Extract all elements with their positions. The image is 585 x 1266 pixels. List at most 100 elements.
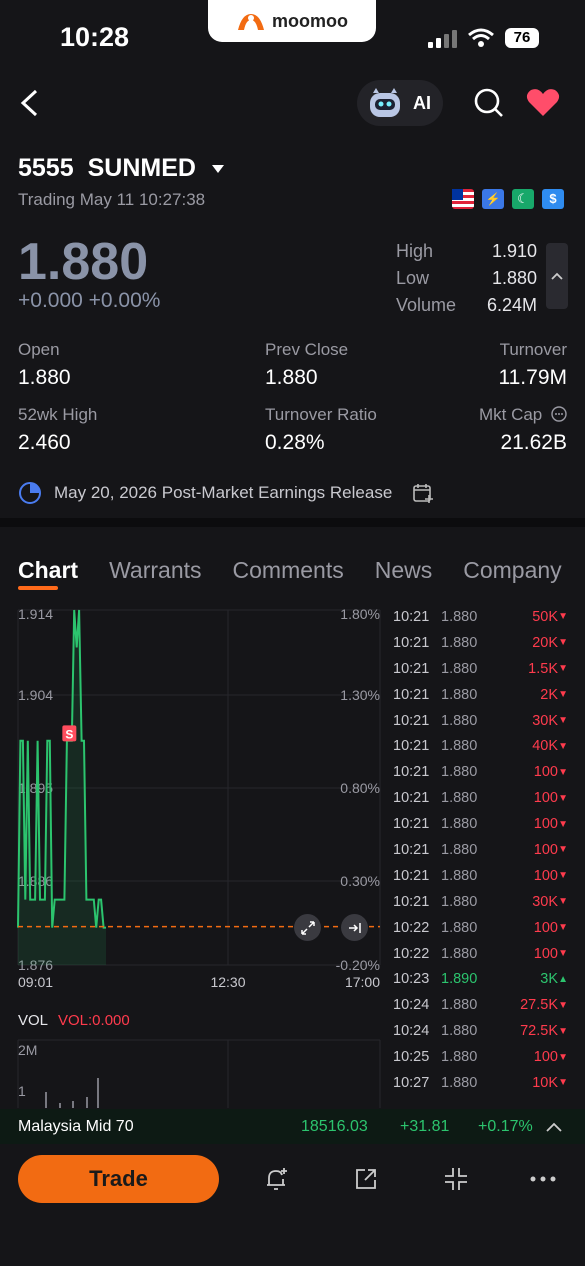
last-price: 1.880 [18, 233, 149, 291]
time-and-sales-list: 10:21 1.880 50K ▼ 10:21 1.880 20K ▼ 10:21 1.880 1.… [393, 604, 568, 1096]
index-ticker-bar[interactable]: Malaysia Mid 70 18516.03 +31.81 +0.17% [0, 1109, 585, 1144]
tick-volume: 100 [533, 919, 558, 936]
trading-status: Trading May 11 10:27:38 [18, 190, 206, 209]
tick-volume: 100 [533, 1049, 558, 1066]
volume-value: 6.24M [486, 295, 537, 315]
tick-volume: 100 [533, 790, 558, 807]
y-tick-label: 0.80% [340, 780, 380, 796]
arrow-down-icon: ▼ [558, 637, 568, 649]
tick-time: 10:21 [393, 790, 430, 807]
intraday-chart[interactable]: 1.914 1.904 1.895 1.886 1.876 1.80% 1.30% 0.80%… [0, 598, 385, 1108]
tick-price: 1.880 [441, 816, 478, 833]
tick-volume: 100 [533, 841, 558, 858]
stat-mkt-cap[interactable]: Mkt Cap 21.62B [479, 405, 567, 455]
tick-row: 10:22 1.880 100 ▼ [393, 941, 568, 967]
ai-label: AI [413, 92, 431, 113]
favorite-heart-icon[interactable] [526, 88, 560, 118]
chart-svg: 1.9141.9041.8951.8861.8761.80%1.30%0.80%… [17, 606, 381, 1108]
tick-volume: 1.5K [528, 660, 558, 677]
share-button[interactable] [351, 1164, 381, 1194]
tick-row: 10:24 1.880 72.5K ▼ [393, 1018, 568, 1044]
dropdown-icon [211, 165, 224, 174]
tab-comments[interactable]: Comments [233, 557, 344, 584]
ai-assistant-button[interactable]: AI [357, 80, 443, 126]
tick-time: 10:21 [393, 893, 430, 910]
tick-time: 10:21 [393, 738, 430, 755]
high-label: High [396, 241, 434, 261]
more-info-icon[interactable] [551, 406, 567, 422]
fullscreen-button[interactable] [294, 914, 321, 941]
tick-row: 10:21 1.880 100 ▼ [393, 785, 568, 811]
tick-volume: 3K [540, 971, 558, 988]
tick-volume: 72.5K [520, 1023, 558, 1040]
search-icon[interactable] [473, 87, 505, 119]
arrow-up-icon: ▲ [558, 973, 568, 985]
arrow-down-icon: ▼ [558, 999, 568, 1011]
collapse-quote-button[interactable] [546, 243, 568, 309]
tick-price: 1.880 [441, 919, 478, 936]
tick-price: 1.880 [441, 686, 478, 703]
stock-title[interactable]: 5555 SUNMED [18, 154, 225, 183]
add-calendar-icon[interactable] [412, 482, 434, 504]
tick-volume: 27.5K [520, 997, 558, 1014]
tab-chart[interactable]: Chart [18, 557, 78, 590]
more-button[interactable] [528, 1164, 558, 1194]
sell-marker-label: S [65, 727, 73, 741]
tab-company[interactable]: Company [463, 557, 561, 584]
stock-code: 5555 [18, 154, 74, 182]
malaysia-flag-icon [452, 189, 474, 209]
tick-price: 1.880 [441, 790, 478, 807]
tick-time: 10:24 [393, 1023, 430, 1040]
compare-button[interactable] [441, 1164, 471, 1194]
expand-icon [300, 920, 315, 935]
price-alert-button[interactable] [262, 1164, 292, 1194]
chevron-up-icon[interactable] [546, 1122, 562, 1132]
tick-time: 10:21 [393, 686, 430, 703]
tick-time: 10:27 [393, 1074, 430, 1091]
tick-time: 10:23 [393, 971, 430, 988]
trade-button[interactable]: Trade [18, 1155, 219, 1203]
moomoo-logo-icon [238, 14, 264, 30]
tick-price: 1.890 [441, 971, 478, 988]
index-pct: +0.17% [478, 1117, 533, 1135]
market-badges: ⚡ ☾ $ [452, 189, 564, 209]
tick-price: 1.880 [441, 945, 478, 962]
low-label: Low [396, 268, 430, 288]
tick-time: 10:21 [393, 841, 430, 858]
high-low-volume: High 1.910 Low 1.880 Volume 6.24M [396, 241, 537, 322]
x-tick-label: 17:00 [345, 974, 380, 990]
tick-price: 1.880 [441, 660, 478, 677]
more-dots-icon [530, 1176, 556, 1182]
tick-price: 1.880 [441, 1049, 478, 1066]
stat-prev-close: Prev Close 1.880 [265, 340, 349, 389]
dollar-badge-icon: $ [542, 189, 564, 209]
x-tick-label: 12:30 [210, 974, 245, 990]
back-icon[interactable] [18, 88, 40, 118]
arrow-to-end-icon [348, 922, 361, 933]
tab-bar: Chart Warrants Comments News Company [18, 557, 562, 590]
tick-row: 10:21 1.880 20K ▼ [393, 630, 568, 656]
collapse-arrows-icon [445, 1168, 467, 1190]
tab-news[interactable]: News [375, 557, 433, 584]
arrow-down-icon: ▼ [558, 766, 568, 778]
jump-latest-button[interactable] [341, 914, 368, 941]
tick-volume: 30K [532, 893, 558, 910]
tick-volume: 40K [532, 738, 558, 755]
tick-row: 10:21 1.880 30K ▼ [393, 889, 568, 915]
tick-volume: 50K [532, 608, 558, 625]
arrow-down-icon: ▼ [558, 689, 568, 701]
earnings-banner[interactable]: May 20, 2026 Post-Market Earnings Releas… [18, 481, 434, 505]
tick-time: 10:21 [393, 608, 430, 625]
stat-turnover-ratio: Turnover Ratio 0.28% [265, 405, 377, 454]
tick-price: 1.880 [441, 997, 478, 1014]
tick-time: 10:21 [393, 660, 430, 677]
tick-row: 10:21 1.880 100 ▼ [393, 811, 568, 837]
tick-volume: 100 [533, 867, 558, 884]
tick-price: 1.880 [441, 841, 478, 858]
tick-price: 1.880 [441, 893, 478, 910]
tab-warrants[interactable]: Warrants [109, 557, 201, 584]
tick-volume: 30K [532, 712, 558, 729]
tick-price: 1.880 [441, 608, 478, 625]
robot-icon [370, 88, 400, 117]
tick-volume: 10K [532, 1074, 558, 1091]
